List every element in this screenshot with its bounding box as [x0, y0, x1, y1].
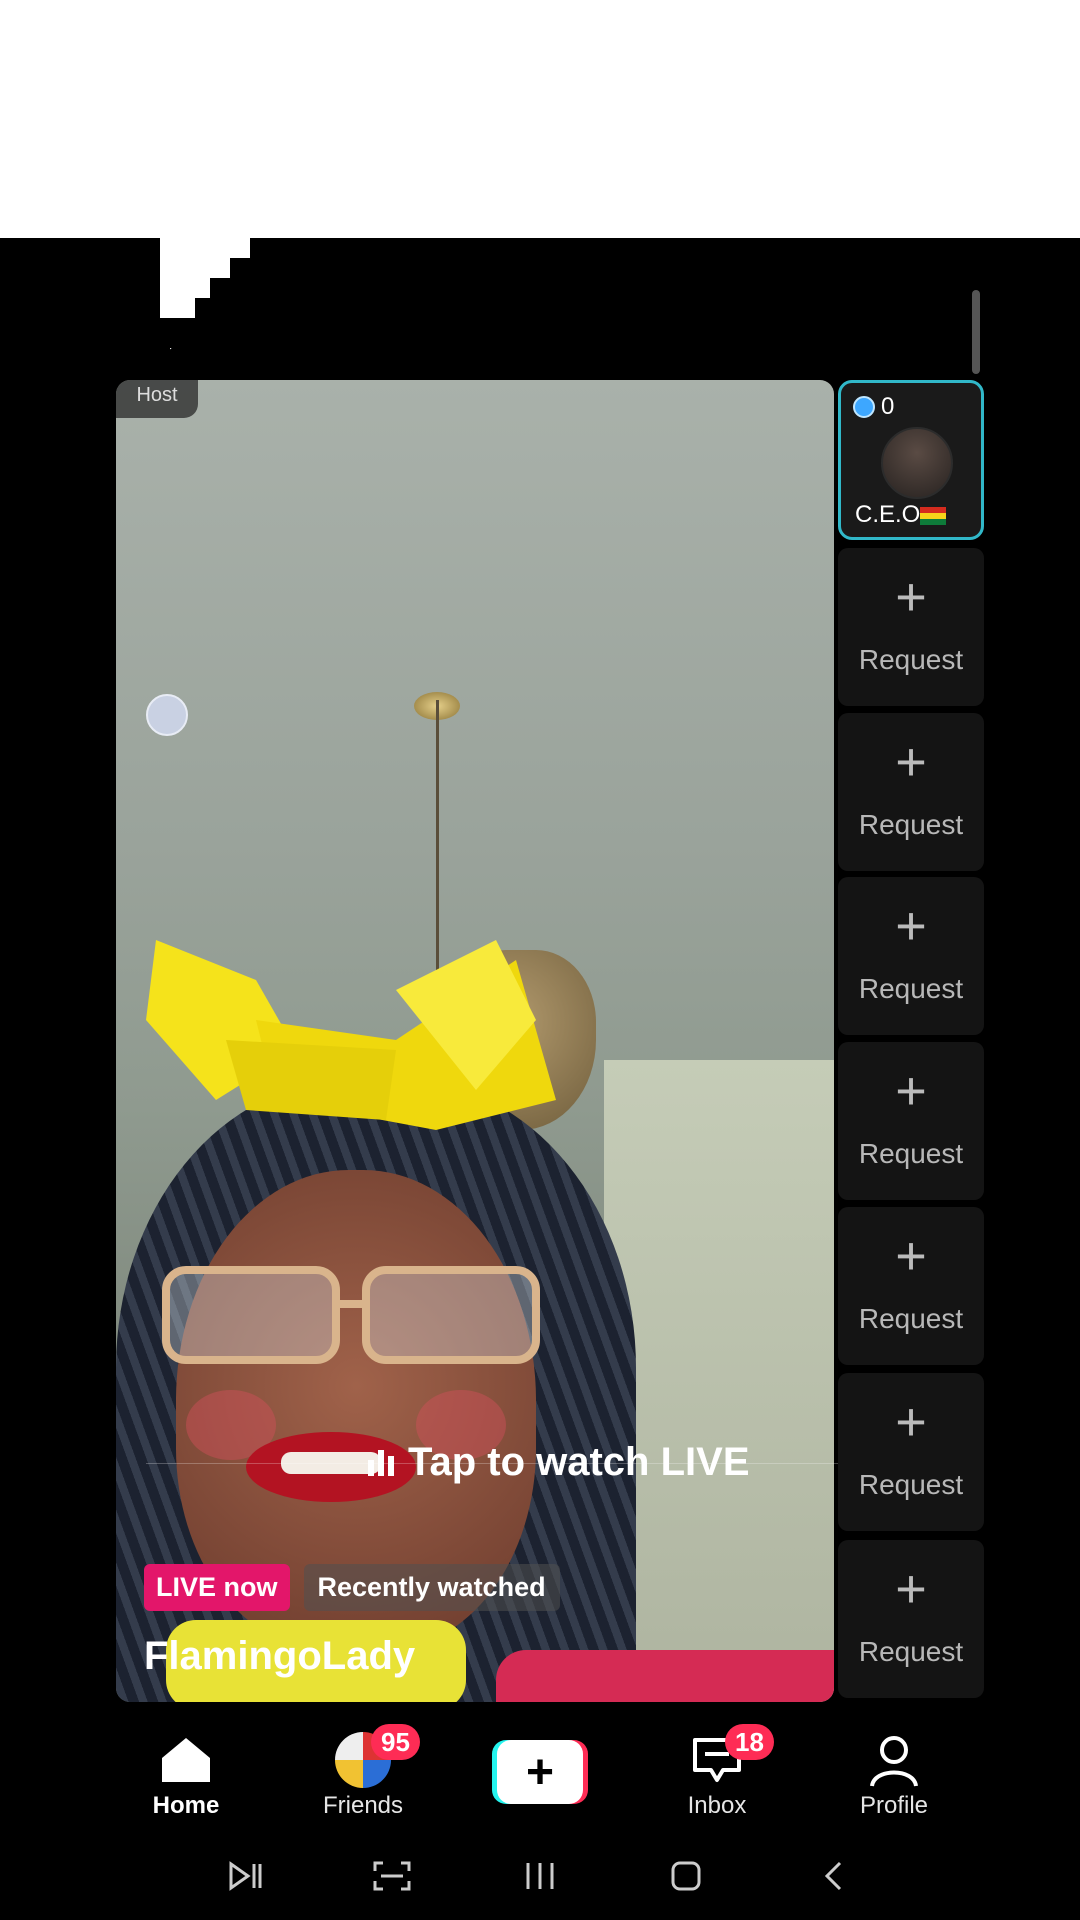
yellow-headscarf [146, 940, 556, 1130]
nav-profile-label: Profile [859, 1792, 929, 1819]
request-label: Request [858, 809, 964, 840]
plus-icon: + [497, 1740, 583, 1804]
media-icon[interactable] [224, 1854, 268, 1898]
plus-icon: + [895, 1061, 927, 1121]
request-slot[interactable]: + Request [838, 548, 984, 706]
nav-inbox[interactable]: Inbox 18 [647, 1724, 787, 1820]
plus-icon: + [895, 732, 927, 792]
ghana-flag-icon [920, 506, 947, 525]
recently-watched-badge: Recently watched [303, 1564, 560, 1611]
request-label: Request [858, 973, 964, 1004]
friends-count-badge: 95 [371, 1724, 420, 1760]
nav-friends[interactable]: Friends 95 [293, 1724, 433, 1820]
top-blank-area [0, 0, 1080, 238]
nav-inbox-label: Inbox [687, 1792, 747, 1819]
system-nav [0, 1832, 1080, 1920]
recents-icon[interactable] [518, 1854, 562, 1898]
plus-icon: + [895, 567, 927, 627]
request-slot[interactable]: + Request [838, 1042, 984, 1200]
plus-icon: + [895, 1392, 927, 1452]
profile-icon [824, 1732, 964, 1788]
live-video[interactable]: Host [116, 380, 834, 1702]
avatar [881, 427, 953, 499]
inbox-count-badge: 18 [725, 1724, 774, 1760]
home-button-icon[interactable] [664, 1854, 708, 1898]
column-scrollbar[interactable] [972, 290, 980, 374]
streamer-username[interactable]: FlamingoLady [144, 1634, 415, 1679]
pixel-cursor-icon [160, 238, 250, 358]
pink-shirt [496, 1650, 834, 1702]
home-icon [116, 1732, 256, 1788]
guest-card[interactable]: 0 C.E.O [838, 380, 984, 540]
nav-profile[interactable]: Profile [824, 1732, 964, 1820]
guest-name: C.E.O [855, 501, 947, 529]
request-label: Request [858, 1138, 964, 1169]
nav-home-label: Home [152, 1792, 220, 1819]
create-button[interactable]: + [492, 1740, 588, 1804]
plus-icon: + [895, 1226, 927, 1286]
live-now-badge: LIVE now [144, 1564, 290, 1611]
guest-score: 0 [853, 393, 894, 421]
request-label: Request [858, 1469, 964, 1500]
nav-home[interactable]: Home [116, 1732, 256, 1820]
plus-icon: + [895, 1559, 927, 1619]
tap-to-watch-live[interactable]: Tap to watch LIVE [368, 1440, 750, 1485]
gem-icon [853, 396, 875, 418]
request-label: Request [858, 644, 964, 675]
host-badge: Host [116, 380, 198, 418]
request-label: Request [858, 1303, 964, 1334]
wall-background [604, 1060, 834, 1702]
request-slot[interactable]: + Request [838, 713, 984, 871]
request-slot[interactable]: + Request [838, 877, 984, 1035]
request-slot[interactable]: + Request [838, 1540, 984, 1698]
stream-chips: LIVE now Recently watched [144, 1564, 560, 1611]
tap-to-watch-label: Tap to watch LIVE [408, 1440, 750, 1484]
request-slot[interactable]: + Request [838, 1373, 984, 1531]
screenshot-icon[interactable] [370, 1854, 414, 1898]
guest-score-value: 0 [881, 393, 895, 420]
screen: { "stream": { "host_tag": "Host", "tap_t… [0, 0, 1080, 1920]
plus-icon: + [895, 896, 927, 956]
glasses [162, 1266, 540, 1364]
request-slot[interactable]: + Request [838, 1207, 984, 1365]
request-label: Request [858, 1636, 964, 1667]
guest-name-text: C.E.O [855, 501, 921, 528]
touch-indicator [146, 694, 188, 736]
nav-friends-label: Friends [322, 1792, 404, 1819]
equalizer-icon [368, 1449, 394, 1476]
back-icon[interactable] [812, 1854, 856, 1898]
